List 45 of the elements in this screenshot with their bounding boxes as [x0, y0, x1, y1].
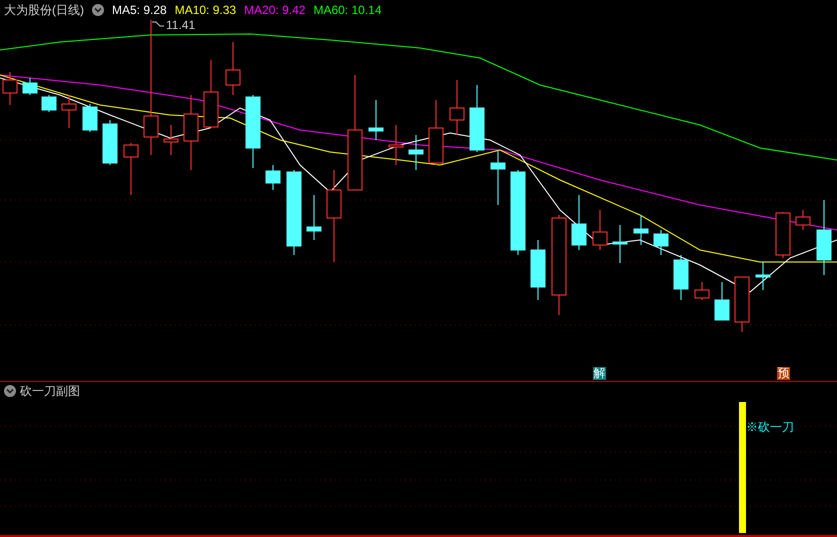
dropdown-icon[interactable] — [4, 385, 16, 397]
candlestick — [306, 194, 322, 240]
candlestick — [530, 240, 546, 300]
dropdown-icon[interactable] — [92, 4, 104, 16]
candlestick — [428, 100, 444, 166]
candlestick — [62, 94, 76, 128]
candlestick — [124, 142, 138, 196]
candlestick — [734, 276, 750, 332]
candlestick — [204, 60, 218, 128]
candlestick — [42, 94, 56, 112]
peak-price-label: 11.41 — [166, 19, 196, 31]
subchart-title: 砍一刀副图 — [20, 383, 80, 400]
candlestick — [2, 72, 18, 106]
leader-line — [152, 22, 164, 26]
candlestick — [572, 194, 586, 250]
candlestick — [674, 254, 688, 300]
candlestick — [612, 224, 628, 264]
signal-marker: 预 — [777, 367, 790, 380]
candlestick — [490, 150, 506, 206]
candlestick — [776, 212, 790, 258]
candlestick — [82, 104, 98, 132]
candlestick — [654, 230, 668, 256]
candlestick — [22, 78, 38, 96]
ma-reading: MA60: 10.14 — [313, 2, 382, 19]
candlestick — [634, 214, 648, 246]
candlestick — [226, 42, 240, 96]
candlestick — [368, 100, 384, 140]
ma-reading: MA20: 9.42 — [244, 2, 306, 19]
candlestick — [756, 262, 770, 290]
signal-marker: 解 — [593, 367, 606, 380]
candlestick — [164, 124, 178, 156]
ma-reading: MA5: 9.28 — [112, 2, 167, 19]
candlestick — [388, 124, 404, 166]
candlestick — [714, 282, 730, 320]
signal-label: ※砍一刀 — [746, 419, 794, 436]
candlestick — [592, 210, 608, 250]
candlestick — [408, 134, 424, 170]
candlestick — [796, 210, 810, 230]
candlestick — [694, 282, 710, 300]
chart-title: 大为股份(日线) — [4, 2, 84, 19]
candlestick — [266, 164, 280, 190]
candlestick — [470, 84, 484, 152]
candlestick — [450, 80, 464, 136]
candlestick — [102, 120, 118, 166]
ma-reading: MA10: 9.33 — [174, 2, 236, 19]
